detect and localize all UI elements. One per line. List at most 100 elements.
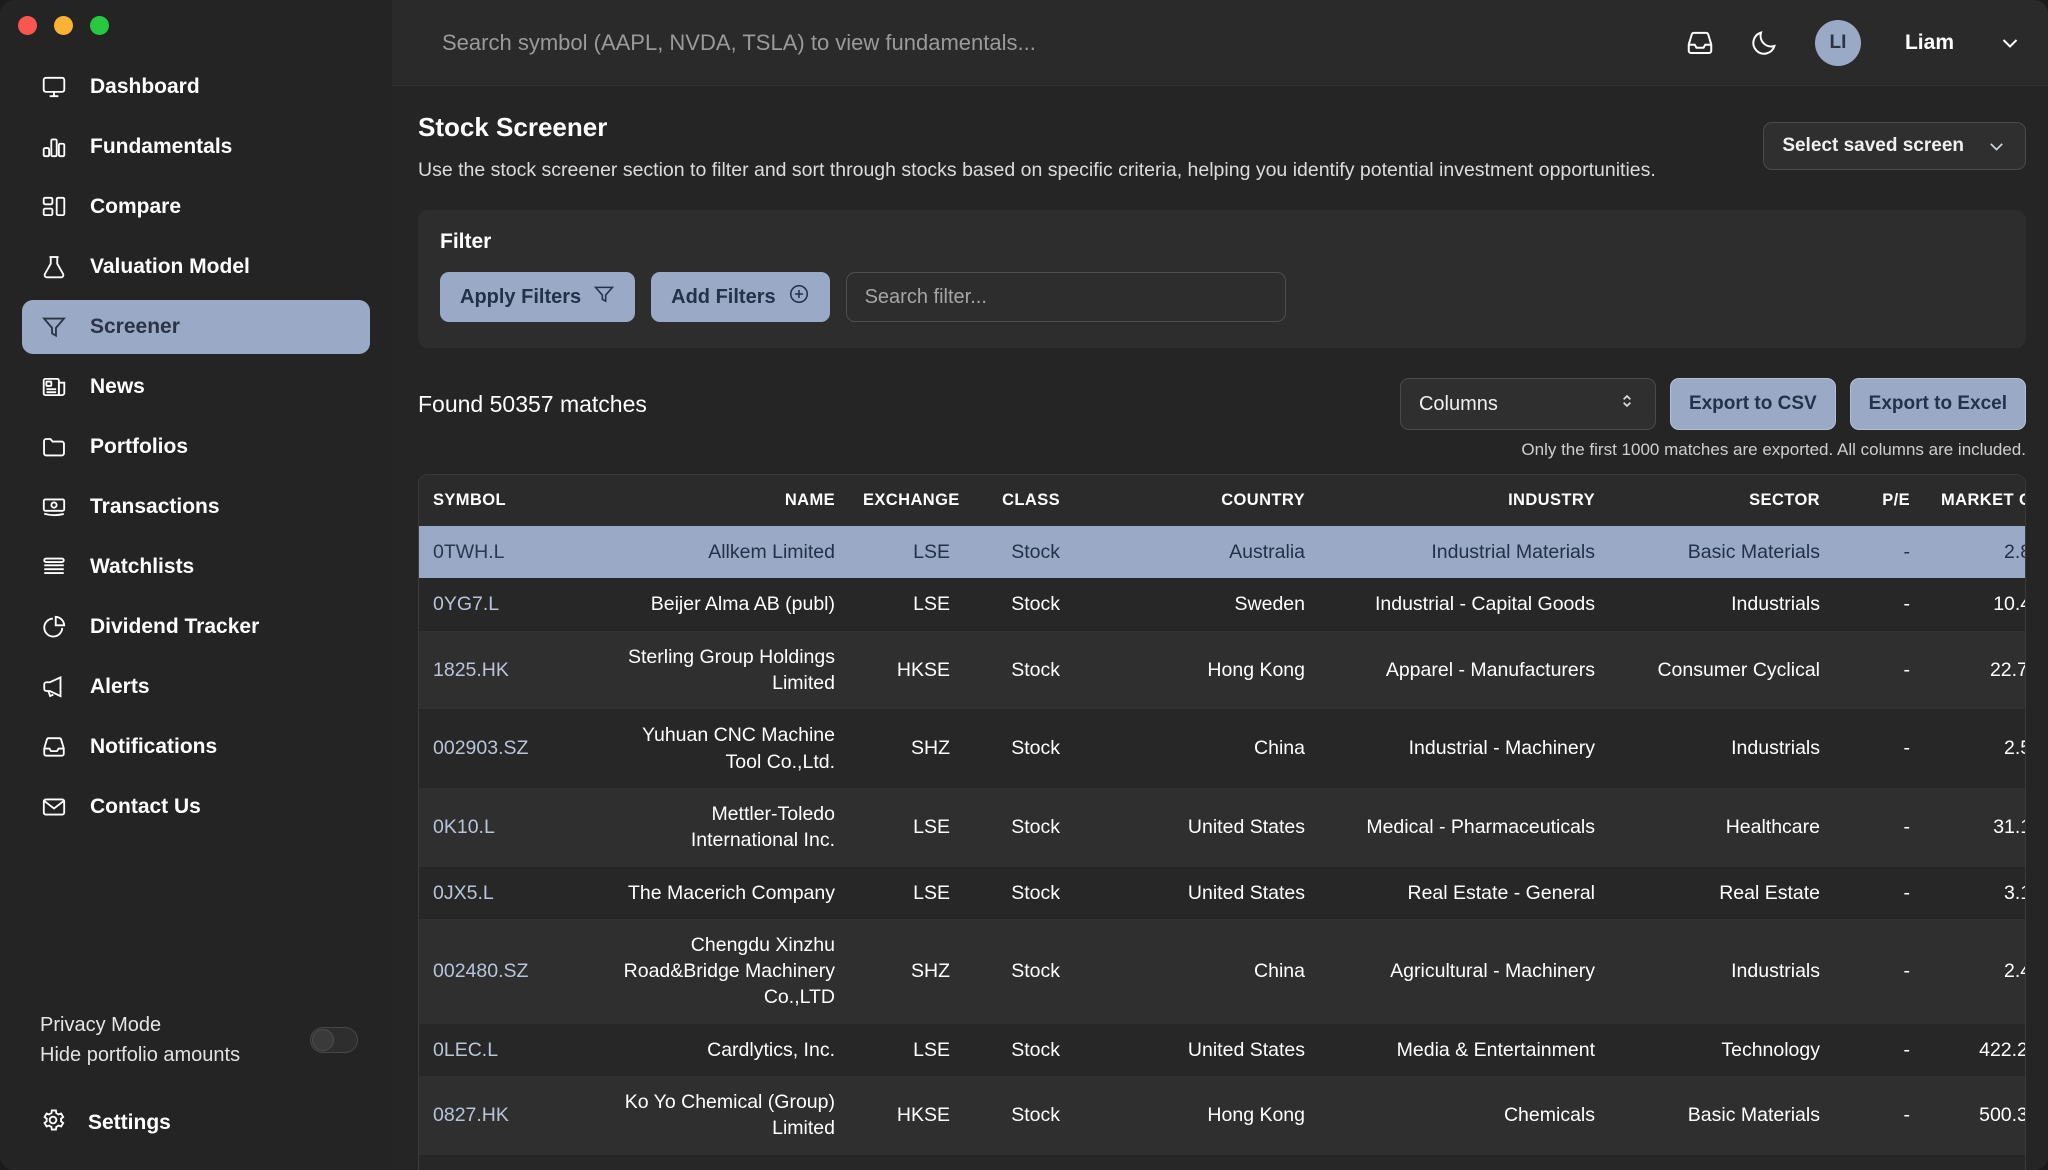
privacy-mode-toggle[interactable] — [310, 1027, 358, 1053]
cell-class: Stock — [1011, 881, 1060, 904]
cell-sector: Consumer Cyclical — [1657, 658, 1820, 681]
content-area: Stock Screener Use the stock screener se… — [392, 86, 2048, 1170]
sidebar-item-screener[interactable]: Screener — [22, 300, 370, 354]
chevron-down-icon — [1986, 136, 2007, 157]
cell-market-cap: 2.45B — [2004, 960, 2025, 983]
table-header-row: SYMBOL NAME EXCHANGE CLASS COUNTRY INDUS… — [419, 475, 2025, 526]
moon-icon[interactable] — [1747, 26, 1781, 60]
cell-name: Ko Yo Chemical (Group) Limited — [624, 1091, 835, 1140]
cell-exchange: LSE — [913, 593, 950, 616]
table-row[interactable]: 0TWH.L Allkem Limited LSE Stock Australia Ind… — [419, 526, 2025, 579]
cell-market-cap: 2.85B — [2004, 541, 2025, 563]
sidebar-item-portfolios[interactable]: Portfolios — [22, 420, 370, 474]
table-row[interactable]: 1825.HK Sterling Group Holdings Limited HK… — [419, 630, 2025, 710]
privacy-mode-row: Privacy Mode Hide portfolio amounts — [0, 1010, 392, 1070]
cell-industry: Industrial - Capital Goods — [1374, 593, 1595, 616]
export-note: Only the first 1000 matches are exported… — [1521, 440, 2026, 459]
sidebar-item-alerts[interactable]: Alerts — [22, 660, 370, 714]
cell-sector: Real Estate — [1719, 881, 1820, 904]
cell-exchange: LSE — [913, 881, 950, 904]
sidebar-item-notifications[interactable]: Notifications — [22, 720, 370, 774]
add-filters-button[interactable]: Add Filters — [651, 272, 830, 322]
saved-screen-select[interactable]: Select saved screen — [1763, 122, 2026, 170]
toggle-knob — [312, 1029, 334, 1051]
sidebar-item-label: Dashboard — [90, 75, 200, 98]
sidebar-item-compare[interactable]: Compare — [22, 180, 370, 234]
filter-search-input[interactable] — [845, 272, 1286, 322]
sidebar-item-dividend-tracker[interactable]: Dividend Tracker — [22, 600, 370, 654]
cell-sector: Industrials — [1731, 960, 1820, 983]
columns-select[interactable]: Columns — [1399, 378, 1656, 430]
cell-pe: - — [1903, 960, 1911, 983]
privacy-mode-text: Privacy Mode Hide portfolio amounts — [40, 1010, 240, 1070]
close-window-button[interactable] — [18, 16, 37, 35]
sidebar-item-news[interactable]: News — [22, 360, 370, 414]
results-actions: Columns Export to CSV Export to Excel — [1399, 378, 2026, 430]
topbar: LI Liam — [392, 0, 2048, 86]
filter-panel: Filter Apply Filters Add Filters — [418, 210, 2026, 348]
cell-class: Stock — [1011, 960, 1060, 983]
sidebar-item-settings[interactable]: Settings — [22, 1098, 370, 1148]
global-search-input[interactable] — [442, 29, 1683, 56]
export-csv-button[interactable]: Export to CSV — [1669, 378, 1836, 430]
cell-name: Sterling Group Holdings Limited — [627, 645, 835, 694]
sidebar-item-valuation-model[interactable]: Valuation Model — [22, 240, 370, 294]
table-row[interactable]: 002903.SZ Yuhuan CNC Machine Tool Co.,Ltd… — [419, 709, 2025, 788]
cell-exchange: SHZ — [849, 1155, 964, 1170]
cell-pe: - — [1834, 1155, 1924, 1170]
cell-symbol: 0YG7.L — [433, 593, 500, 616]
plus-circle-icon — [788, 283, 810, 311]
col-header-sector[interactable]: SECTOR — [1609, 475, 1834, 526]
match-count: Found 50357 matches — [418, 390, 647, 417]
sidebar-item-fundamentals[interactable]: Fundamentals — [22, 120, 370, 174]
inbox-icon[interactable] — [1683, 26, 1717, 60]
cell-exchange: SHZ — [911, 737, 950, 760]
col-header-pe[interactable]: P/E — [1834, 475, 1924, 526]
col-header-symbol[interactable]: SYMBOL — [419, 475, 594, 526]
cell-symbol: 0LEC.L — [433, 1038, 499, 1061]
col-header-industry[interactable]: INDUSTRY — [1319, 475, 1609, 526]
sidebar-item-transactions[interactable]: Transactions — [22, 480, 370, 534]
results-header: Found 50357 matches Columns Export to CS… — [418, 378, 2026, 430]
col-header-country[interactable]: COUNTRY — [1074, 475, 1319, 526]
cell-country: United States — [1187, 1038, 1305, 1061]
cell-class: Stock — [1011, 1104, 1060, 1127]
topbar-actions: LI Liam — [1683, 19, 2022, 66]
col-header-name[interactable]: NAME — [594, 475, 849, 526]
sidebar-item-label: News — [90, 375, 145, 398]
sidebar-item-dashboard[interactable]: Dashboard — [22, 60, 370, 114]
filter-controls: Apply Filters Add Filters — [440, 272, 2004, 322]
table-row[interactable]: 0JX5.L The Macerich Company LSE Stock United… — [419, 866, 2025, 919]
table-row[interactable]: 002523.SZZhuzhou Tianqiao Crane Co., Ltd… — [419, 1154, 2025, 1170]
avatar[interactable]: LI — [1814, 19, 1861, 66]
apply-filters-label: Apply Filters — [460, 285, 582, 308]
export-excel-button[interactable]: Export to Excel — [1849, 378, 2026, 430]
cell-class: Stock — [964, 1155, 1074, 1170]
maximize-window-button[interactable] — [90, 16, 109, 35]
table-row[interactable]: 002480.SZ Chengdu Xinzhu Road&Bridge Mach… — [419, 918, 2025, 1024]
cell-symbol: 002523.SZ — [419, 1155, 594, 1170]
cell-sector: Industrials — [1731, 737, 1820, 760]
table-row[interactable]: 0827.HK Ko Yo Chemical (Group) Limited HKS… — [419, 1076, 2025, 1155]
sidebar-item-label: Notifications — [90, 735, 218, 758]
minimize-window-button[interactable] — [54, 16, 73, 35]
col-header-exchange[interactable]: EXCHANGE — [849, 475, 964, 526]
col-header-market-cap[interactable]: MARKET CAP — [1924, 475, 2025, 526]
col-header-class[interactable]: CLASS — [964, 475, 1074, 526]
stack-icon — [40, 553, 68, 581]
cell-industry: Medical - Pharmaceuticals — [1366, 816, 1595, 839]
cell-name: Mettler-Toledo International Inc. — [690, 802, 835, 852]
table-row[interactable]: 0YG7.L Beijer Alma AB (publ) LSE Stock Swede… — [419, 578, 2025, 631]
banknote-icon — [40, 493, 68, 521]
cell-name: Allkem Limited — [708, 541, 835, 563]
apply-filters-button[interactable]: Apply Filters — [440, 272, 636, 322]
pie-chart-icon — [40, 613, 68, 641]
sidebar-item-watchlists[interactable]: Watchlists — [22, 540, 370, 594]
sidebar-item-contact-us[interactable]: Contact Us — [22, 780, 370, 834]
table-row[interactable]: 0LEC.L Cardlytics, Inc. LSE Stock United Sta… — [419, 1023, 2025, 1077]
table-row[interactable]: 0K10.L Mettler-Toledo International Inc. L… — [419, 787, 2025, 867]
gear-icon — [40, 1107, 66, 1139]
columns-select-label: Columns — [1418, 392, 1498, 415]
chevron-down-icon[interactable] — [1998, 31, 2022, 55]
screener-table: SYMBOL NAME EXCHANGE CLASS COUNTRY INDUS… — [419, 475, 2025, 1170]
